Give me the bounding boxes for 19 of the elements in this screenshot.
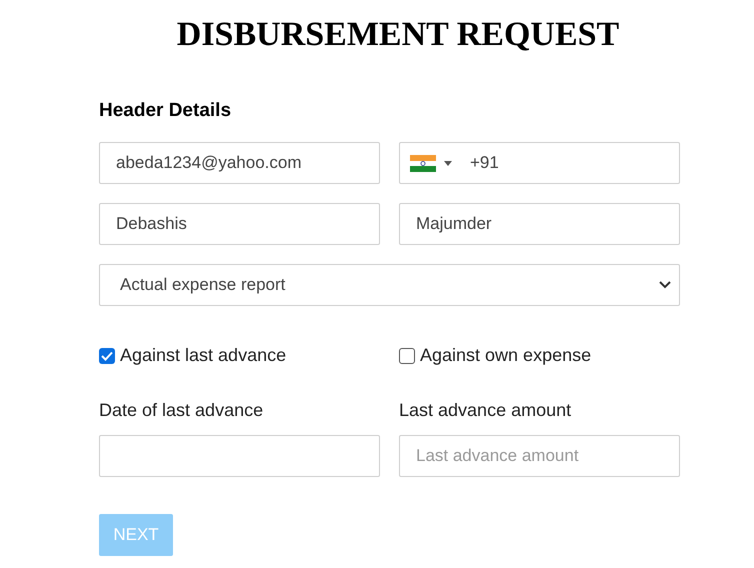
first-name-field[interactable]: Debashis <box>99 203 380 245</box>
phone-code: +91 <box>470 152 499 174</box>
phone-field[interactable]: +91 <box>399 142 680 184</box>
chevron-down-icon <box>659 281 671 289</box>
page-title: DISBURSEMENT REQUEST <box>176 15 620 55</box>
section-heading: Header Details <box>99 99 232 123</box>
email-field[interactable]: abeda1234@yahoo.com <box>99 142 380 184</box>
last-name-field[interactable]: Majumder <box>399 203 680 245</box>
checkbox-label: Against own expense <box>420 344 592 367</box>
checkbox-label: Against last advance <box>120 344 286 367</box>
flag-icon <box>410 154 436 172</box>
caret-icon[interactable] <box>444 160 452 166</box>
amount-field[interactable]: Last advance amount <box>399 435 680 477</box>
checkbox[interactable] <box>99 348 115 364</box>
field-label: Last advance amount <box>399 399 572 422</box>
report-type-select[interactable]: Actual expense report <box>99 264 680 306</box>
date-field[interactable] <box>99 435 380 477</box>
field-label: Date of last advance <box>99 399 264 422</box>
checkbox[interactable] <box>399 348 415 364</box>
